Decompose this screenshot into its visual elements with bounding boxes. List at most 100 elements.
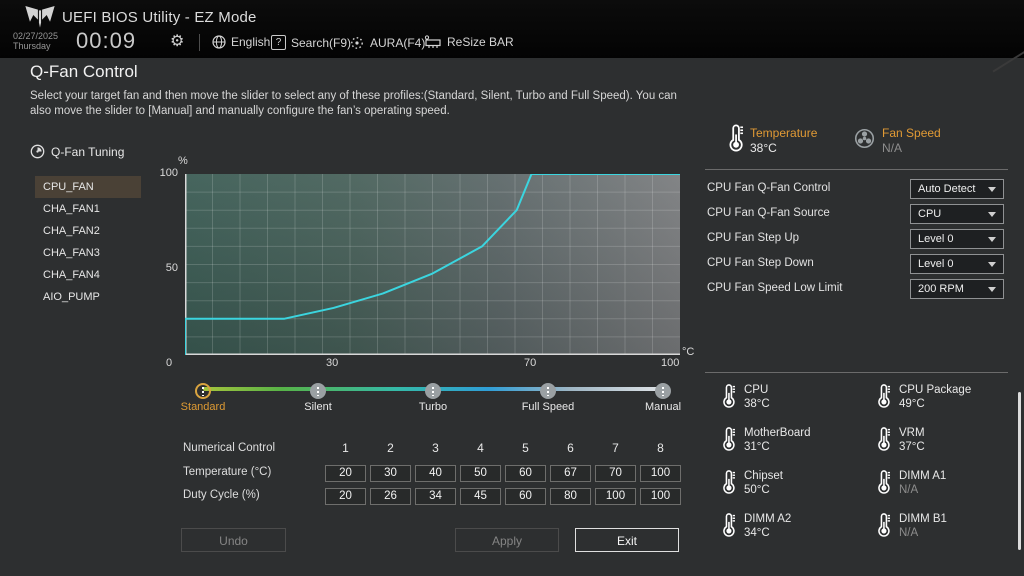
sensor-value: 38°C xyxy=(744,398,770,410)
temperature-cell[interactable]: 40 xyxy=(415,465,456,482)
slider-knob[interactable] xyxy=(540,383,556,399)
right-panel-scrollbar[interactable] xyxy=(1018,392,1021,550)
sensor-chipset: Chipset 50°C xyxy=(721,469,783,497)
col-header: 1 xyxy=(342,441,349,455)
slider-knob[interactable] xyxy=(195,383,211,399)
status-temperature-label: Temperature xyxy=(750,126,818,140)
profile-label: Full Speed xyxy=(521,401,575,413)
duty-cycle-cell[interactable]: 100 xyxy=(595,488,636,505)
cpu-fan-step-down-dropdown[interactable]: Level 0 xyxy=(910,254,1004,274)
apply-button[interactable]: Apply xyxy=(455,528,559,552)
fan-list-item-cha-fan3[interactable]: CHA_FAN3 xyxy=(35,242,141,264)
thermometer-icon xyxy=(876,426,890,452)
profile-label: Standard xyxy=(180,401,226,413)
col-header: 8 xyxy=(657,441,664,455)
dropdown-value: 200 RPM xyxy=(918,283,964,295)
cpu-fan-qfan-control-dropdown[interactable]: Auto Detect xyxy=(910,179,1004,199)
sensor-value: 37°C xyxy=(899,441,925,453)
duty-cycle-cell[interactable]: 20 xyxy=(325,488,366,505)
aura-button[interactable]: AURA(F4) xyxy=(349,35,425,51)
temperature-row: 20 30 40 50 60 67 70 100 xyxy=(325,465,685,482)
resize-bar-button[interactable]: ReSize BAR xyxy=(424,35,514,49)
sensor-label: VRM xyxy=(899,427,925,439)
aura-label: AURA(F4) xyxy=(370,36,426,50)
sensor-dimm-a2: DIMM A2 34°C xyxy=(721,512,791,540)
status-temperature-value: 38°C xyxy=(750,141,777,155)
aura-led-icon xyxy=(349,35,365,51)
search-help-icon: ? xyxy=(271,35,286,50)
profile-label: Silent xyxy=(304,401,332,413)
temperature-cell[interactable]: 20 xyxy=(325,465,366,482)
duty-cycle-cell[interactable]: 45 xyxy=(460,488,501,505)
cpu-fan-step-up-dropdown[interactable]: Level 0 xyxy=(910,229,1004,249)
fan-speed-icon xyxy=(854,128,875,149)
thermometer-icon xyxy=(721,469,735,495)
duty-cycle-cell[interactable]: 80 xyxy=(550,488,591,505)
temperature-cell[interactable]: 30 xyxy=(370,465,411,482)
fan-list-item-cha-fan1[interactable]: CHA_FAN1 xyxy=(35,198,141,220)
language-button[interactable]: English xyxy=(212,35,270,49)
right-panel-divider-bottom xyxy=(705,372,1008,373)
setting-label: CPU Fan Q-Fan Source xyxy=(707,207,830,219)
sensor-value: 34°C xyxy=(744,527,770,539)
cpu-fan-qfan-source-dropdown[interactable]: CPU xyxy=(910,204,1004,224)
fan-list-item-cha-fan2[interactable]: CHA_FAN2 xyxy=(35,220,141,242)
duty-cycle-row: 20 26 34 45 60 80 100 100 xyxy=(325,488,685,505)
col-header: 7 xyxy=(612,441,619,455)
qfan-tuning-label: Q-Fan Tuning xyxy=(51,144,125,159)
sensor-label: CPU xyxy=(744,384,769,396)
date-display: 02/27/2025 Thursday xyxy=(13,31,58,51)
temperature-cell[interactable]: 60 xyxy=(505,465,546,482)
settings-gear-icon[interactable]: ⚙ xyxy=(170,31,184,51)
sensor-label: MotherBoard xyxy=(744,427,811,439)
y-tick-100: 100 xyxy=(159,167,178,179)
slider-knob[interactable] xyxy=(655,383,671,399)
numerical-control-label: Numerical Control xyxy=(183,442,276,454)
thermometer-icon xyxy=(721,426,735,452)
search-button[interactable]: ? Search(F9) xyxy=(271,35,351,50)
qfan-tuning-icon xyxy=(30,144,45,159)
x-tick-30: 30 xyxy=(326,357,339,369)
knob-dash-icon xyxy=(662,386,664,396)
thermometer-icon xyxy=(721,383,735,409)
qfan-tuning-button[interactable]: Q-Fan Tuning xyxy=(30,144,124,159)
x-tick-100: 100 xyxy=(661,357,680,369)
temperature-cell[interactable]: 100 xyxy=(640,465,681,482)
date-value: 02/27/2025 xyxy=(13,31,59,41)
fan-list-item-cpu-fan[interactable]: CPU_FAN xyxy=(35,176,141,198)
sensor-motherboard: MotherBoard 31°C xyxy=(721,426,810,454)
temperature-cell[interactable]: 70 xyxy=(595,465,636,482)
fan-list-item-cha-fan4[interactable]: CHA_FAN4 xyxy=(35,264,141,286)
dropdown-value: Level 0 xyxy=(918,233,954,245)
duty-cycle-cell[interactable]: 26 xyxy=(370,488,411,505)
exit-button[interactable]: Exit xyxy=(575,528,679,552)
undo-button[interactable]: Undo xyxy=(181,528,286,552)
thermometer-icon xyxy=(876,383,890,409)
header-accent-slash xyxy=(992,49,1024,73)
setting-label: CPU Fan Step Up xyxy=(707,232,800,244)
cpu-fan-speed-low-limit-dropdown[interactable]: 200 RPM xyxy=(910,279,1004,299)
duty-cycle-cell[interactable]: 34 xyxy=(415,488,456,505)
fan-curve-chart xyxy=(184,173,680,355)
right-panel-divider-top xyxy=(705,169,1008,170)
x-tick-70: 70 xyxy=(524,357,537,369)
temperature-cell[interactable]: 50 xyxy=(460,465,501,482)
duty-cycle-cell[interactable]: 60 xyxy=(505,488,546,505)
setting-label: CPU Fan Q-Fan Control xyxy=(707,182,831,194)
knob-dash-icon xyxy=(432,386,434,396)
temperature-cell[interactable]: 67 xyxy=(550,465,591,482)
slider-knob[interactable] xyxy=(425,383,441,399)
fan-list-item-aio-pump[interactable]: AIO_PUMP xyxy=(35,286,141,308)
setting-label: CPU Fan Step Down xyxy=(707,257,814,269)
knob-dash-icon xyxy=(317,386,319,396)
profile-label: Manual xyxy=(644,401,682,413)
thermometer-icon xyxy=(727,124,743,152)
app-title: UEFI BIOS Utility - EZ Mode xyxy=(62,9,257,26)
duty-cycle-cell[interactable]: 100 xyxy=(640,488,681,505)
slider-knob[interactable] xyxy=(310,383,326,399)
y-axis-unit: % xyxy=(178,155,188,167)
asus-tuf-logo-icon xyxy=(25,6,55,28)
globe-icon xyxy=(212,35,226,49)
knob-dash-icon xyxy=(202,386,204,396)
dropdown-value: Level 0 xyxy=(918,258,954,270)
